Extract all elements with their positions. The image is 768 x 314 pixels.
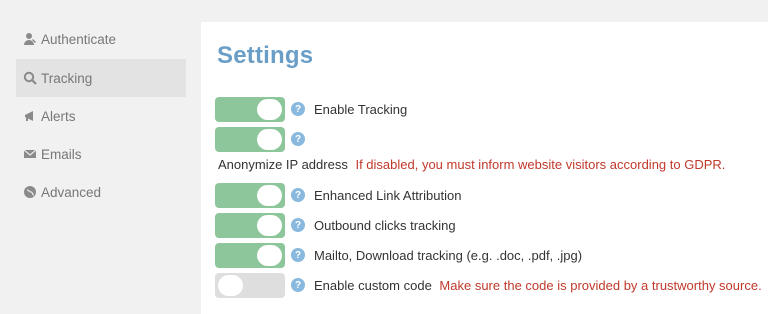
key-user-icon — [23, 32, 37, 46]
setting-label: Enhanced Link Attribution — [314, 187, 462, 203]
sidebar-item-label: Advanced — [41, 184, 102, 200]
sidebar: Authenticate Tracking Alerts Emails Adva… — [0, 0, 200, 314]
setting-row-enable-tracking: ? Enable Tracking — [215, 96, 407, 122]
sidebar-item-authenticate[interactable]: Authenticate — [16, 20, 186, 58]
setting-row-anonymize-ip: ? — [215, 126, 314, 152]
setting-label: Enable Tracking — [314, 101, 408, 117]
help-icon[interactable]: ? — [291, 132, 305, 146]
sidebar-item-label: Emails — [41, 146, 82, 162]
enhanced-link-attribution-toggle[interactable] — [215, 182, 285, 208]
outbound-clicks-toggle[interactable] — [215, 212, 285, 238]
custom-code-toggle[interactable] — [215, 272, 285, 298]
gdpr-warning: If disabled, you must inform website vis… — [355, 157, 726, 172]
setting-label: Mailto, Download tracking (e.g. .doc, .p… — [314, 247, 583, 263]
sidebar-item-emails[interactable]: Emails — [16, 135, 186, 173]
envelope-icon — [23, 147, 37, 161]
globe-icon — [23, 185, 37, 199]
toggle-knob — [257, 184, 282, 206]
toggle-knob — [257, 214, 282, 236]
setting-row-enhanced-link-attribution: ? Enhanced Link Attribution — [215, 182, 461, 208]
settings-panel: Settings ? Enable Tracking ? Anonymize I… — [201, 22, 768, 314]
help-icon[interactable]: ? — [291, 102, 305, 116]
sidebar-item-label: Alerts — [41, 108, 76, 124]
help-icon[interactable]: ? — [291, 218, 305, 232]
page-title: Settings — [217, 42, 314, 69]
anonymize-ip-description: Anonymize IP address If disabled, you mu… — [218, 157, 725, 172]
setting-row-mailto-download: ? Mailto, Download tracking (e.g. .doc, … — [215, 242, 582, 268]
help-icon[interactable]: ? — [291, 248, 305, 262]
help-icon[interactable]: ? — [291, 278, 305, 292]
sidebar-item-advanced[interactable]: Advanced — [16, 173, 186, 211]
custom-code-label: Enable custom code — [314, 277, 432, 293]
sidebar-item-label: Tracking — [41, 70, 93, 86]
custom-code-warning: Make sure the code is provided by a trus… — [439, 277, 762, 293]
setting-label: Outbound clicks tracking — [314, 217, 456, 233]
setting-row-custom-code: ? Enable custom code Make sure the code … — [215, 272, 762, 298]
mailto-download-toggle[interactable] — [215, 242, 285, 268]
toggle-knob — [218, 274, 243, 296]
toggle-knob — [257, 128, 282, 150]
setting-row-outbound-clicks: ? Outbound clicks tracking — [215, 212, 456, 238]
sidebar-item-tracking[interactable]: Tracking — [16, 59, 186, 97]
help-icon[interactable]: ? — [291, 188, 305, 202]
toggle-knob — [257, 244, 282, 266]
megaphone-icon — [23, 109, 37, 123]
sidebar-item-label: Authenticate — [41, 31, 117, 47]
toggle-knob — [257, 98, 282, 120]
anonymize-ip-toggle[interactable] — [215, 126, 285, 152]
sidebar-item-alerts[interactable]: Alerts — [16, 97, 186, 135]
magnifier-icon — [23, 71, 37, 85]
anonymize-ip-label: Anonymize IP address — [218, 157, 348, 172]
enable-tracking-toggle[interactable] — [215, 96, 285, 122]
setting-label: Enable custom code Make sure the code is… — [314, 278, 762, 293]
